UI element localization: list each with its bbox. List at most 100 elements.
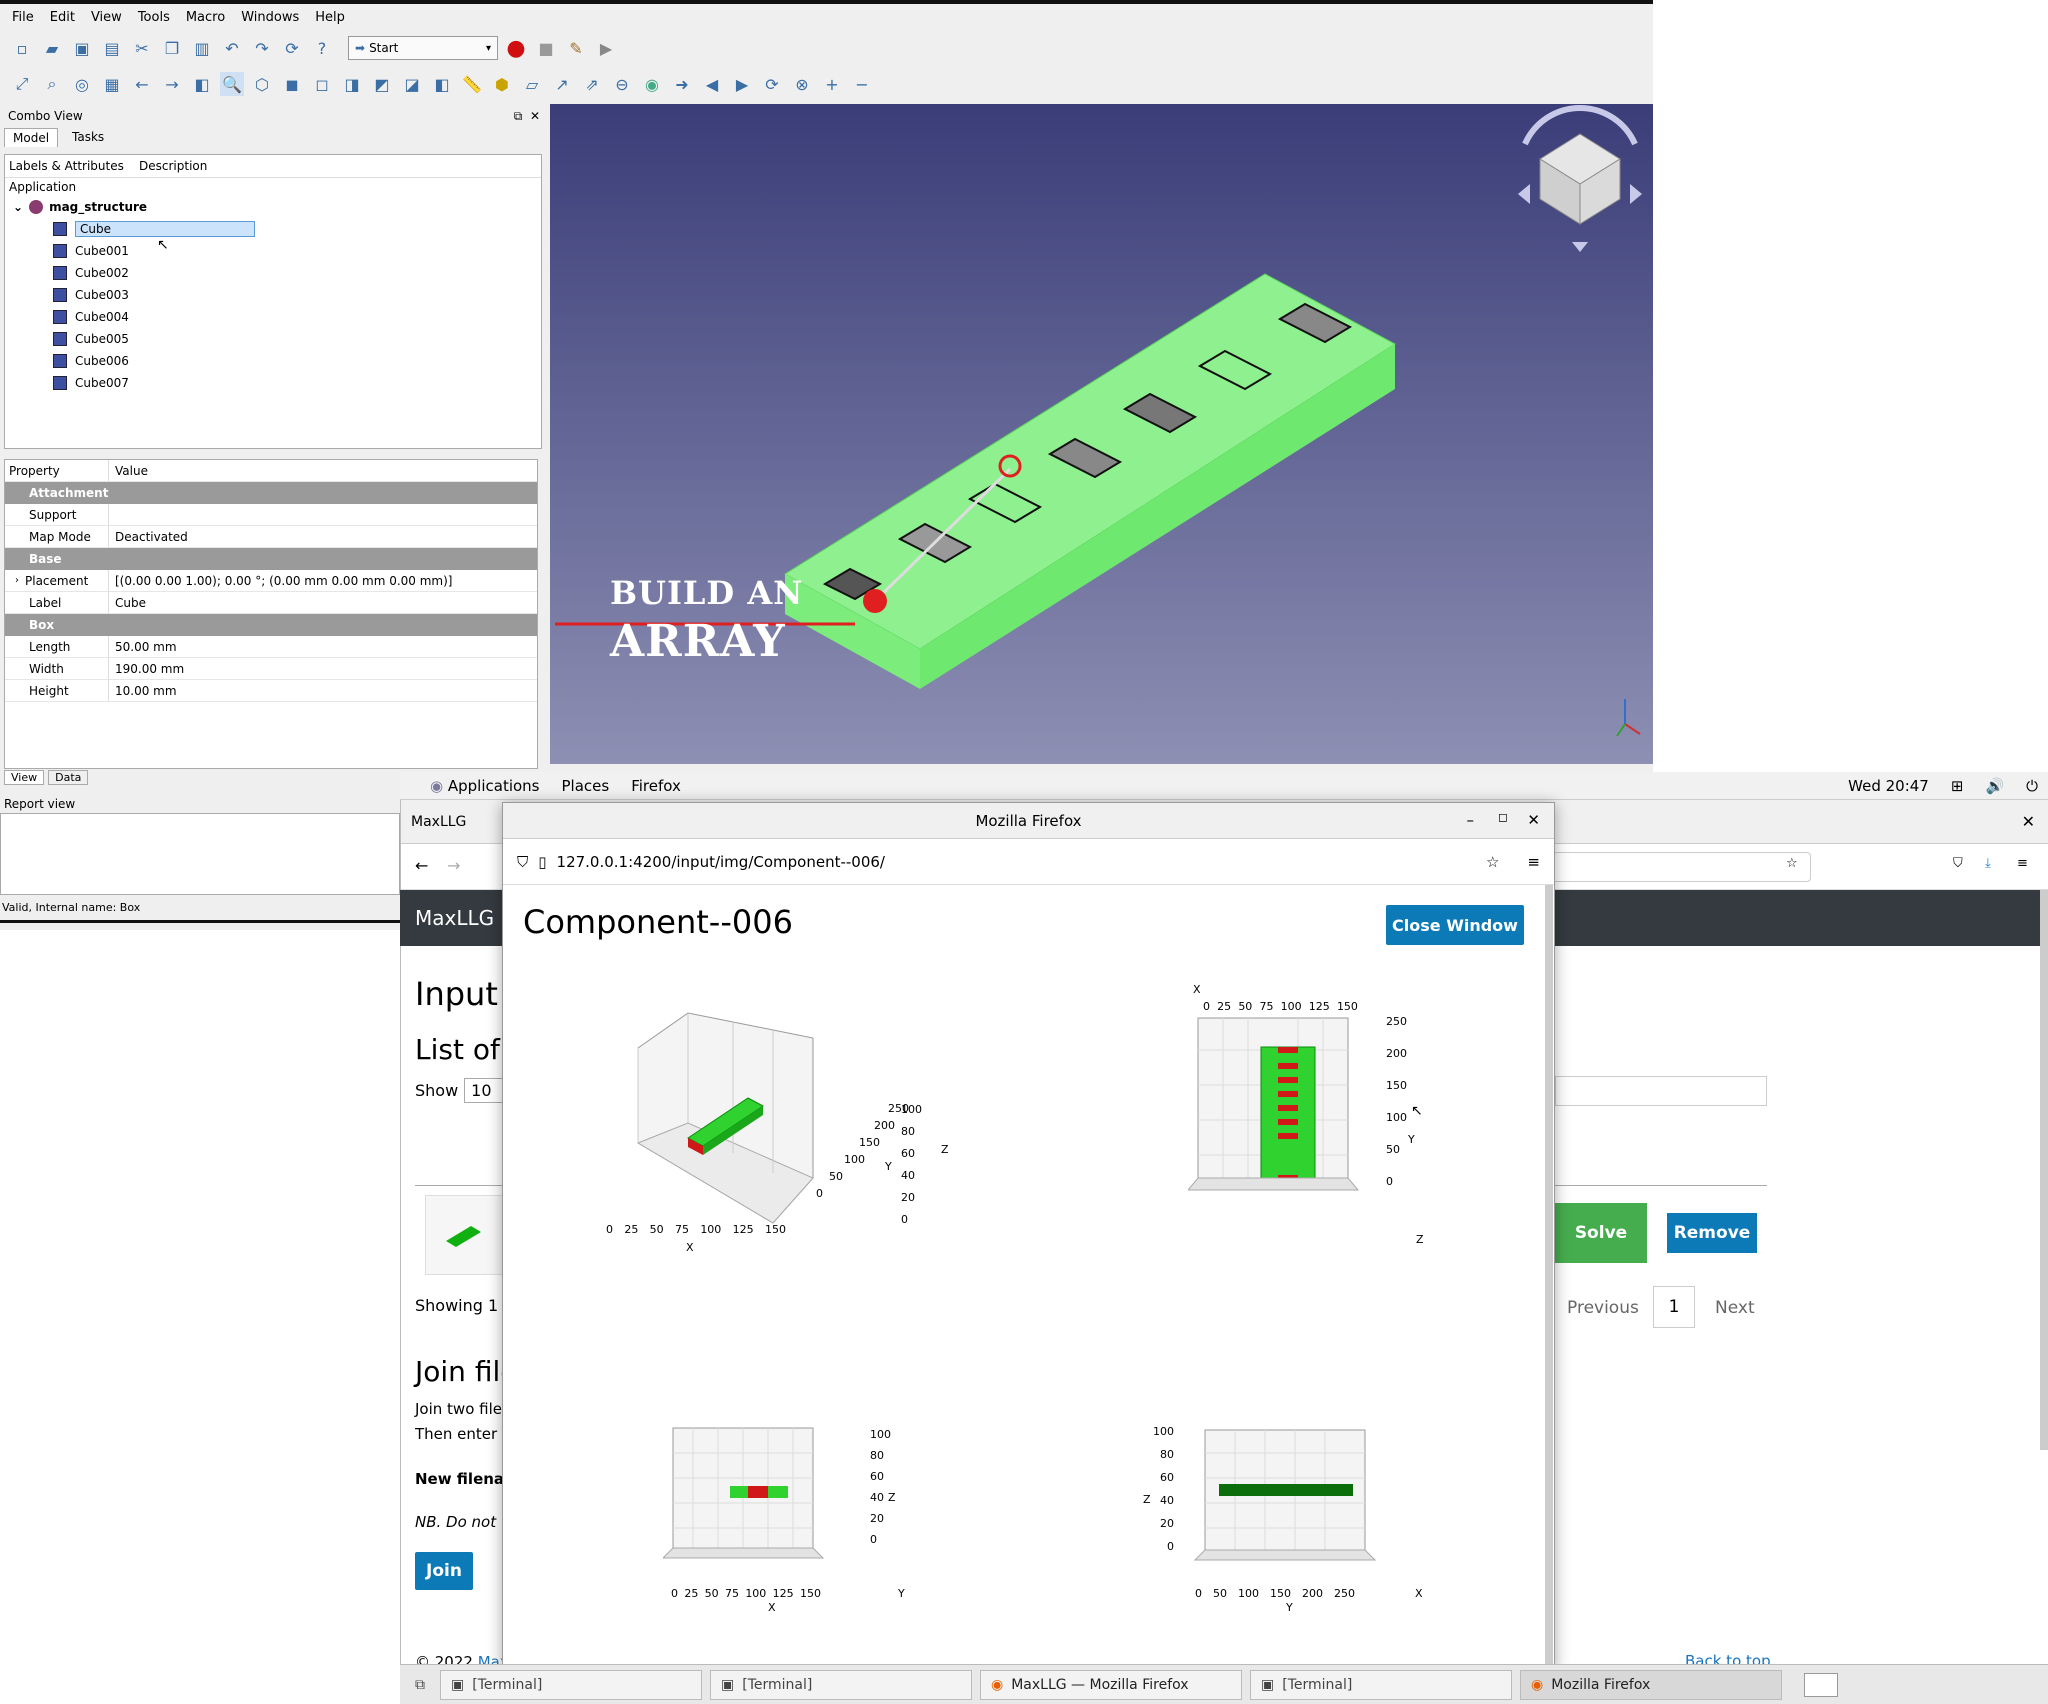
edit-macro-icon[interactable]: ✎ [564, 36, 588, 60]
brand[interactable]: MaxLLG [415, 906, 494, 930]
paste-icon[interactable]: ▥ [190, 36, 214, 60]
bottom-view-icon[interactable]: ◪ [400, 72, 424, 96]
zoom-out-icon[interactable]: − [850, 72, 874, 96]
network-icon[interactable]: ⊞ [1951, 777, 1964, 795]
web-back-icon[interactable]: ◀ [700, 72, 724, 96]
task-terminal-2[interactable]: ▣ [Terminal] [710, 1669, 972, 1700]
back-icon[interactable]: ← [130, 72, 154, 96]
zoom-icon[interactable]: 🔍 [220, 72, 244, 96]
open-folder-icon[interactable]: ▰ [40, 36, 64, 60]
sync-view-icon[interactable]: ◧ [190, 72, 214, 96]
close-icon[interactable]: ✕ [1527, 811, 1540, 829]
web-home-icon[interactable]: ⊖ [610, 72, 634, 96]
tab-tasks[interactable]: Tasks [60, 128, 116, 147]
back-tab[interactable]: MaxLLG [411, 814, 466, 830]
isometric-icon[interactable]: ⬡ [250, 72, 274, 96]
record-macro-icon[interactable]: ● [504, 36, 528, 61]
tree-item-cube[interactable]: Cube [5, 218, 541, 240]
menu-view[interactable]: View [83, 8, 130, 30]
menu-tools[interactable]: Tools [130, 8, 178, 30]
shield-icon[interactable]: ⛉ [517, 853, 528, 871]
task-maxllg-firefox[interactable]: ◉ MaxLLG — Mozilla Firefox [980, 1669, 1242, 1700]
popup-scrollbar[interactable] [1545, 885, 1553, 1667]
show-desktop-icon[interactable]: ⧉ [408, 1677, 432, 1693]
page-number[interactable]: 1 [1653, 1286, 1695, 1328]
scrollbar[interactable] [2040, 890, 2048, 1450]
tree-item-cube007[interactable]: Cube007 [5, 372, 541, 394]
group-base[interactable]: Base [5, 548, 537, 570]
task-firefox[interactable]: ◉ Mozilla Firefox [1520, 1669, 1782, 1700]
print-icon[interactable]: ▤ [100, 36, 124, 60]
download-icon[interactable]: ⤓ [1985, 856, 1991, 871]
back-arrow-icon[interactable]: ← [415, 856, 428, 875]
draw-style-icon[interactable]: ◎ [70, 72, 94, 96]
close-icon[interactable]: ✕ [2022, 812, 2035, 831]
menu-edit[interactable]: Edit [42, 8, 83, 30]
front-view-icon[interactable]: ◼ [280, 72, 304, 96]
tree-item-cube001[interactable]: Cube001 [5, 240, 541, 262]
menu-icon[interactable]: ≡ [2017, 856, 2028, 871]
bounding-box-icon[interactable]: ▦ [100, 72, 124, 96]
prop-support[interactable]: Support [5, 504, 537, 526]
next-link[interactable]: Next [1715, 1298, 1755, 1318]
power-icon[interactable]: ⏻ [2026, 777, 2038, 795]
stop-macro-icon[interactable]: ■ [534, 36, 558, 60]
group-box[interactable]: Box [5, 614, 537, 636]
places-menu[interactable]: Places [562, 777, 610, 795]
web-stop-icon[interactable]: ⊗ [790, 72, 814, 96]
firefox-menu[interactable]: Firefox [631, 777, 681, 795]
web-refresh-icon[interactable]: ⟳ [760, 72, 784, 96]
pocket-icon[interactable]: ⛉ [1953, 856, 1963, 871]
prop-width[interactable]: Width 190.00 mm [5, 658, 537, 680]
tree-item-cube004[interactable]: Cube004 [5, 306, 541, 328]
tab-model[interactable]: Model [4, 128, 59, 147]
refresh-icon[interactable]: ⟳ [280, 36, 304, 60]
forward-arrow-icon[interactable]: → [447, 856, 460, 875]
fit-all-icon[interactable]: ⤢ [10, 72, 34, 96]
web-next-icon[interactable]: ➜ [670, 72, 694, 96]
prop-label[interactable]: Label Cube [5, 592, 537, 614]
web-open-icon[interactable]: ◉ [640, 72, 664, 96]
forward-icon[interactable]: → [160, 72, 184, 96]
fit-selection-icon[interactable]: ⌕ [40, 72, 64, 96]
bookmark-star-icon[interactable]: ☆ [1486, 853, 1499, 871]
bookmark-star-icon[interactable]: ☆ [1786, 856, 1798, 871]
undo-icon[interactable]: ↶ [220, 36, 244, 60]
zoom-in-icon[interactable]: + [820, 72, 844, 96]
solve-button[interactable]: Solve [1555, 1203, 1647, 1263]
redo-icon[interactable]: ↷ [250, 36, 274, 60]
new-file-icon[interactable]: ▫ [10, 36, 34, 60]
search-input[interactable] [1555, 1076, 1767, 1106]
chevron-down-icon[interactable]: ⌄ [13, 200, 23, 214]
menu-macro[interactable]: Macro [178, 8, 233, 30]
menu-windows[interactable]: Windows [233, 8, 307, 30]
group-attachment[interactable]: Attachment [5, 482, 537, 504]
cut-icon[interactable]: ✂ [130, 36, 154, 60]
tab-data[interactable]: Data [48, 770, 89, 785]
clock[interactable]: Wed 20:47 [1848, 777, 1929, 795]
top-view-icon[interactable]: ◻ [310, 72, 334, 96]
report-area[interactable] [0, 813, 400, 895]
menu-file[interactable]: File [4, 8, 42, 30]
remove-button[interactable]: Remove [1667, 1213, 1757, 1253]
whats-this-icon[interactable]: ? [310, 36, 334, 60]
tree-item-cube005[interactable]: Cube005 [5, 328, 541, 350]
task-terminal-3[interactable]: ▣ [Terminal] [1250, 1669, 1512, 1700]
prop-placement[interactable]: › Placement [(0.00 0.00 1.00); 0.00 °; (0.… [5, 570, 537, 592]
minimize-icon[interactable]: – [1467, 811, 1475, 829]
tab-view[interactable]: View [4, 770, 45, 785]
workbench-select[interactable]: ➡ Start ▾ [348, 36, 498, 60]
link-actions-icon[interactable]: ⇗ [580, 72, 604, 96]
tree-document[interactable]: ⌄ mag_structure [5, 196, 541, 218]
right-view-icon[interactable]: ◨ [340, 72, 364, 96]
save-icon[interactable]: ▣ [70, 36, 94, 60]
web-forward-icon[interactable]: ▶ [730, 72, 754, 96]
menu-help[interactable]: Help [307, 8, 353, 30]
part-icon[interactable]: ⬢ [490, 72, 514, 96]
left-view-icon[interactable]: ◧ [430, 72, 454, 96]
join-button[interactable]: Join [415, 1552, 473, 1590]
maximize-icon[interactable]: ◻ [1498, 810, 1508, 824]
volume-icon[interactable]: 🔊 [1985, 777, 2004, 795]
close-window-button[interactable]: Close Window [1386, 905, 1524, 945]
applications-menu[interactable]: ◉ Applications [430, 777, 540, 795]
